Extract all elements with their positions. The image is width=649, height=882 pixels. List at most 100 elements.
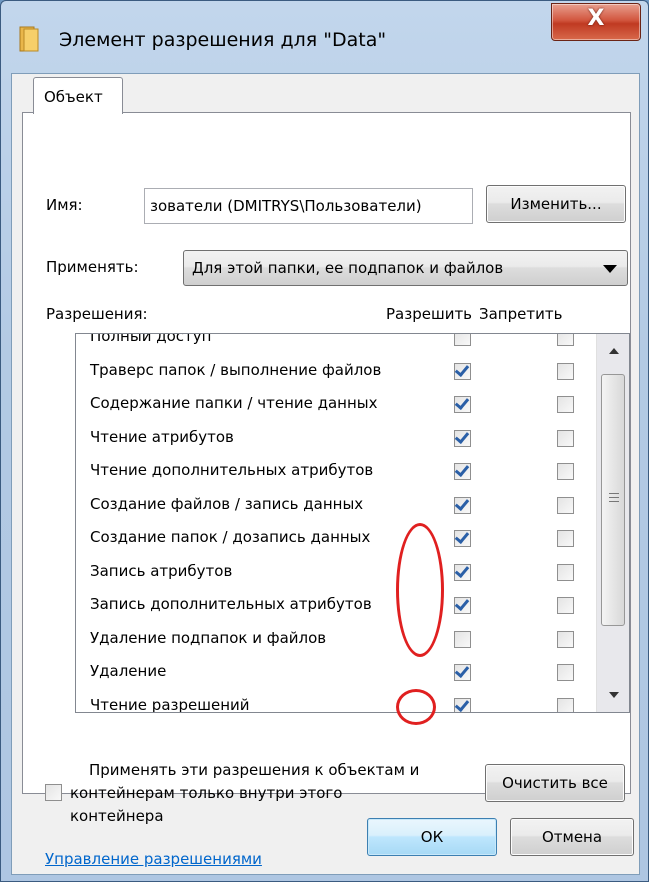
- allow-checkbox[interactable]: [454, 334, 471, 346]
- permission-name: Создание файлов / запись данных: [90, 494, 364, 513]
- permission-row: Удаление: [76, 655, 596, 689]
- permissions-list[interactable]: Полный доступ Траверс папок / выполнение …: [75, 333, 630, 713]
- check-icon: [454, 428, 470, 444]
- deny-checkbox[interactable]: [557, 463, 574, 480]
- permission-row: Траверс папок / выполнение файлов: [76, 354, 596, 388]
- check-icon: [454, 696, 470, 712]
- apply-inside-text-1: Применять эти разрешения к объектам и: [89, 761, 420, 779]
- deny-checkbox[interactable]: [557, 697, 574, 712]
- deny-checkbox[interactable]: [557, 334, 574, 346]
- deny-checkbox[interactable]: [557, 362, 574, 380]
- chevron-down-icon: [603, 265, 617, 273]
- permission-name: Запись дополнительных атрибутов: [90, 595, 372, 613]
- check-icon: [454, 495, 470, 511]
- permission-row: Запись дополнительных атрибутов: [76, 588, 596, 622]
- check-icon: [454, 562, 470, 578]
- allow-checkbox[interactable]: [454, 428, 471, 447]
- change-button[interactable]: Изменить...: [486, 185, 626, 223]
- check-icon: [454, 394, 470, 411]
- arrow-up-icon: [609, 348, 619, 354]
- grip-icon: [609, 493, 619, 494]
- check-icon: [454, 528, 470, 545]
- clear-all-label: Очистить все: [502, 774, 608, 792]
- annotation-oval-delete: [396, 689, 436, 725]
- tab-panel: Имя: Изменить... Применять: Для этой пап…: [22, 112, 631, 868]
- name-input[interactable]: [145, 189, 472, 223]
- allow-checkbox[interactable]: [454, 630, 471, 648]
- dialog-window: Элемент разрешения для "Data" X Объект И…: [0, 0, 649, 882]
- allow-checkbox[interactable]: [454, 495, 471, 514]
- allow-checkbox[interactable]: [454, 394, 471, 413]
- permission-name: Чтение разрешений: [90, 695, 250, 713]
- scroll-up-button[interactable]: [597, 334, 629, 368]
- folder-icon: [19, 26, 39, 52]
- cancel-button[interactable]: Отмена: [510, 818, 634, 856]
- name-label: Имя:: [46, 196, 83, 214]
- scrollbar[interactable]: [596, 334, 629, 712]
- allow-checkbox[interactable]: [454, 696, 471, 712]
- apply-label: Применять:: [46, 258, 139, 276]
- annotation-oval-write-permissions: [396, 523, 444, 657]
- permission-row: Чтение разрешений: [76, 689, 596, 713]
- deny-checkbox[interactable]: [557, 597, 574, 614]
- deny-checkbox[interactable]: [557, 396, 574, 413]
- tab-object-label: Объект: [44, 88, 103, 106]
- apply-dropdown[interactable]: Для этой папки, ее подпапок и файлов: [183, 250, 628, 286]
- permission-row: Удаление подпапок и файлов: [76, 622, 596, 656]
- deny-checkbox[interactable]: [557, 496, 574, 514]
- apply-inside-checkbox[interactable]: [45, 784, 62, 801]
- scroll-down-button[interactable]: [597, 678, 629, 712]
- deny-checkbox[interactable]: [557, 563, 574, 581]
- apply-inside-text-3: контейнера: [70, 807, 164, 825]
- apply-selected-value: Для этой папки, ее подпапок и файлов: [192, 259, 504, 277]
- permission-name: Траверс папок / выполнение файлов: [90, 360, 382, 379]
- permissions-header: Разрешения:: [46, 305, 148, 323]
- allow-checkbox[interactable]: [454, 595, 471, 614]
- deny-checkbox[interactable]: [557, 530, 574, 547]
- check-icon: [454, 595, 470, 612]
- window-title: Элемент разрешения для "Data": [59, 29, 387, 51]
- permission-name: Содержание папки / чтение данных: [90, 394, 378, 412]
- permission-row: Запись атрибутов: [76, 555, 596, 589]
- allow-checkbox[interactable]: [454, 528, 471, 547]
- permission-row: Содержание папки / чтение данных: [76, 387, 596, 421]
- permission-name: Запись атрибутов: [90, 561, 233, 580]
- allow-header: Разрешить: [386, 305, 473, 323]
- permission-name: Чтение дополнительных атрибутов: [90, 461, 374, 479]
- check-icon: [454, 361, 470, 377]
- change-button-label: Изменить...: [510, 195, 602, 213]
- allow-checkbox[interactable]: [454, 361, 471, 380]
- deny-checkbox[interactable]: [557, 630, 574, 648]
- permission-name: Удаление: [90, 662, 167, 680]
- permission-name: Создание папок / дозапись данных: [90, 528, 371, 546]
- permission-name: Полный доступ: [90, 333, 212, 345]
- title-bar[interactable]: Элемент разрешения для "Data" X: [1, 1, 648, 73]
- close-button[interactable]: X: [551, 3, 641, 41]
- check-icon: [454, 461, 470, 478]
- allow-checkbox[interactable]: [454, 562, 471, 581]
- close-icon: X: [587, 6, 605, 31]
- clear-all-button[interactable]: Очистить все: [485, 764, 625, 802]
- deny-checkbox[interactable]: [557, 429, 574, 447]
- client-area: Объект Имя: Изменить... Применять: Для э…: [11, 73, 640, 875]
- name-field[interactable]: [144, 188, 473, 224]
- manage-permissions-link[interactable]: Управление разрешениями: [45, 850, 262, 868]
- allow-checkbox[interactable]: [454, 461, 471, 480]
- permission-row: Создание папок / дозапись данных: [76, 521, 596, 555]
- check-icon: [454, 662, 470, 679]
- permission-row: Чтение дополнительных атрибутов: [76, 454, 596, 488]
- permission-name: Чтение атрибутов: [90, 427, 234, 446]
- tab-object[interactable]: Объект: [33, 77, 123, 114]
- permission-row: Полный доступ: [76, 333, 596, 354]
- permission-row: Чтение атрибутов: [76, 421, 596, 455]
- deny-checkbox[interactable]: [557, 664, 574, 681]
- cancel-button-label: Отмена: [541, 828, 603, 846]
- deny-header: Запретить: [479, 305, 563, 323]
- ok-button-label: ОК: [420, 828, 444, 846]
- apply-inside-text-2: контейнерам только внутри этого: [70, 784, 343, 802]
- permission-row: Создание файлов / запись данных: [76, 488, 596, 522]
- permission-name: Удаление подпапок и файлов: [90, 628, 327, 647]
- allow-checkbox[interactable]: [454, 662, 471, 681]
- ok-button[interactable]: ОК: [367, 818, 497, 856]
- scroll-thumb[interactable]: [601, 374, 625, 626]
